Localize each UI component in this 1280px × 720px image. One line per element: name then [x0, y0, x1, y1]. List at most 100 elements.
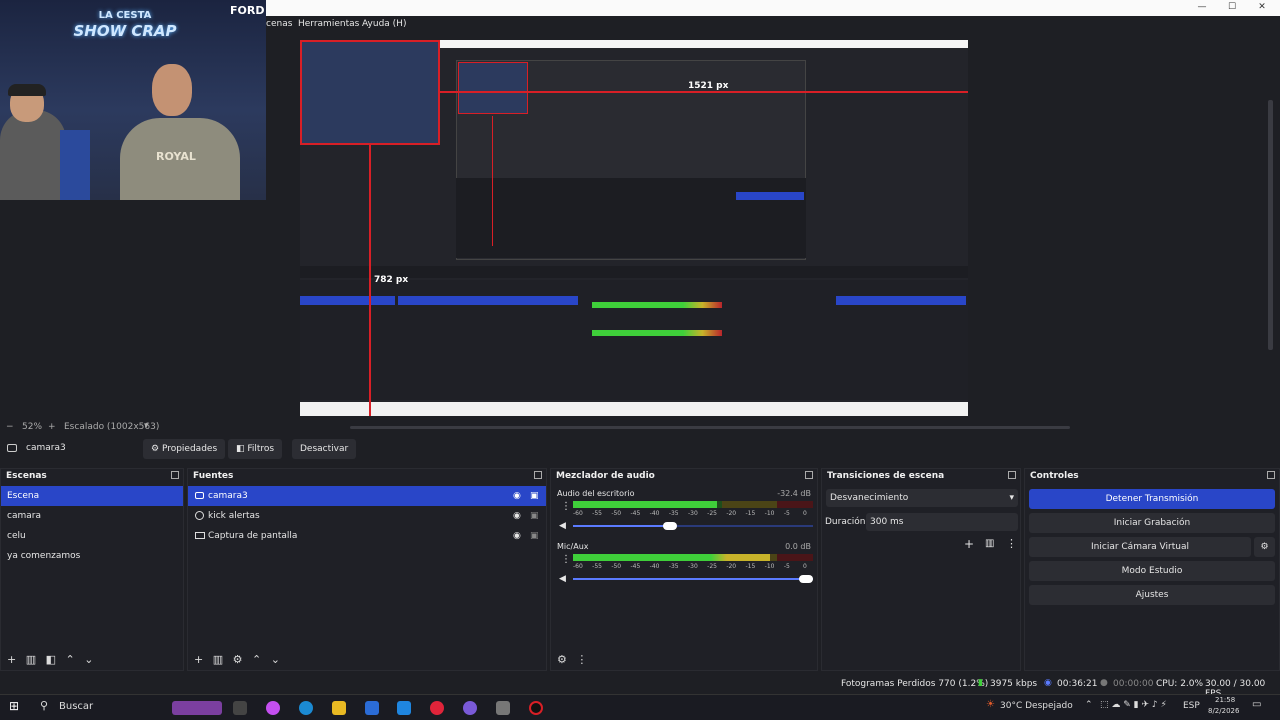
gear-icon[interactable]: ⚙: [233, 653, 243, 666]
lock-icon[interactable]: ▣: [530, 506, 539, 526]
menu-scenes[interactable]: cenas: [266, 16, 292, 32]
speaker-icon[interactable]: ◀: [559, 521, 566, 531]
file-explorer-icon[interactable]: [332, 701, 346, 715]
add-icon[interactable]: +: [964, 537, 974, 551]
notification-icon[interactable]: ▭: [1252, 699, 1261, 710]
studio-mode-button[interactable]: Modo Estudio: [1029, 561, 1275, 581]
add-icon[interactable]: +: [7, 653, 16, 666]
db-tick-label: -30: [688, 510, 698, 517]
dock-menu-icon[interactable]: [171, 471, 179, 479]
level-meter: [573, 501, 813, 508]
db-tick-label: -15: [745, 563, 756, 570]
maximize-button[interactable]: ☐: [1218, 0, 1246, 16]
settings-button[interactable]: Ajustes: [1029, 585, 1275, 605]
weather-icon: ☀: [986, 699, 995, 710]
eye-icon[interactable]: ◉: [513, 506, 521, 526]
clock-time[interactable]: 21:58: [1215, 696, 1235, 704]
dock-menu-icon[interactable]: [534, 471, 542, 479]
preview-canvas[interactable]: 1521 px 782 px: [300, 40, 968, 416]
stop-stream-button[interactable]: Detener Transmisión: [1029, 489, 1275, 509]
menu-tools[interactable]: Herramientas: [298, 16, 359, 32]
lock-icon[interactable]: ▣: [530, 526, 539, 546]
menu-bar: cenas Herramientas Ayuda (H): [266, 16, 1280, 32]
windows-start-icon[interactable]: ⊞: [9, 699, 19, 713]
controls-dock: Controles Detener Transmisión Iniciar Gr…: [1024, 468, 1280, 671]
opera-icon[interactable]: [430, 701, 444, 715]
weather-text[interactable]: 30°C Despejado: [1000, 701, 1073, 711]
browser-icon: [195, 511, 204, 520]
scene-item[interactable]: camara: [1, 506, 183, 526]
taskbar: ⊞ ⚲ Buscar ☀ 30°C Despejado ⌃ ⬚ ☁ ✎ ▮ ✈ …: [0, 694, 1280, 720]
eye-icon[interactable]: ◉: [513, 486, 521, 506]
filter-icon[interactable]: ◧: [46, 653, 56, 666]
start-recording-button[interactable]: Iniciar Grabación: [1029, 513, 1275, 533]
transitions-dock: Transiciones de escena Desvanecimiento ▾…: [821, 468, 1021, 671]
dock-menu-icon[interactable]: [805, 471, 813, 479]
move-up-icon[interactable]: ⌃: [66, 653, 75, 666]
deactivate-button[interactable]: Desactivar: [292, 439, 357, 459]
app-icon[interactable]: [496, 701, 510, 715]
zoom-in-icon[interactable]: +: [48, 422, 56, 432]
trash-icon[interactable]: ▥: [213, 653, 223, 666]
app-icon[interactable]: [397, 701, 411, 715]
taskbar-search[interactable]: Buscar: [59, 701, 93, 712]
volume-knob[interactable]: [663, 522, 678, 530]
game-widget-icon[interactable]: [172, 701, 222, 715]
move-down-icon[interactable]: ⌄: [84, 653, 93, 666]
trash-icon[interactable]: ▥: [26, 653, 36, 666]
source-item[interactable]: Captura de pantalla ◉ ▣: [188, 526, 546, 546]
scale-dropdown-icon[interactable]: ▾: [144, 421, 149, 431]
move-up-icon[interactable]: ⌃: [252, 653, 261, 666]
gear-icon[interactable]: ⚙: [1254, 537, 1275, 557]
selected-camera-source[interactable]: [300, 40, 440, 145]
db-tick-label: -20: [726, 510, 737, 517]
source-item[interactable]: kick alertas ◉ ▣: [188, 506, 546, 526]
source-item[interactable]: camara3 ◉ ▣: [188, 486, 546, 506]
edge-icon[interactable]: [299, 701, 313, 715]
volume-slider[interactable]: [573, 522, 813, 530]
kebab-icon[interactable]: ⋮: [576, 653, 587, 666]
task-view-icon[interactable]: [233, 701, 247, 715]
tray-icons[interactable]: ⬚ ☁ ✎ ▮ ✈ ♪ ⚡: [1100, 700, 1167, 710]
language-indicator[interactable]: ESP: [1183, 701, 1200, 711]
eye-icon[interactable]: ◉: [513, 526, 521, 546]
clock-date[interactable]: 8/2/2026: [1208, 707, 1239, 715]
discord-icon[interactable]: [463, 701, 477, 715]
transition-select[interactable]: Desvanecimiento ▾: [826, 489, 1018, 507]
move-down-icon[interactable]: ⌄: [271, 653, 280, 666]
db-tick-label: -10: [764, 510, 775, 517]
start-virtual-camera-button[interactable]: Iniciar Cámara Virtual: [1029, 537, 1251, 557]
status-bar: Fotogramas Perdidos 770 (1.2%) ▮ 3975 kb…: [0, 676, 1280, 699]
search-icon[interactable]: ⚲: [40, 699, 48, 712]
kebab-icon[interactable]: ⋮: [1006, 537, 1017, 550]
volume-knob[interactable]: [799, 575, 813, 583]
copilot-icon[interactable]: [266, 701, 280, 715]
obs-icon[interactable]: [529, 701, 543, 715]
settings-icon[interactable]: ⚙: [557, 653, 567, 666]
scene-item[interactable]: ya comenzamos: [1, 546, 183, 566]
volume-slider[interactable]: [573, 575, 813, 583]
lock-icon[interactable]: ▣: [530, 486, 539, 506]
speaker-icon[interactable]: ◀: [559, 574, 566, 584]
horizontal-scrollbar[interactable]: [350, 426, 1070, 429]
close-button[interactable]: ✕: [1248, 0, 1276, 16]
dock-menu-icon[interactable]: [1267, 471, 1275, 479]
trash-icon[interactable]: ▥: [985, 538, 994, 549]
kebab-icon[interactable]: ⋮: [561, 501, 571, 512]
scene-item[interactable]: celu: [1, 526, 183, 546]
vertical-scrollbar[interactable]: [1268, 100, 1273, 350]
db-tick-label: -20: [726, 563, 737, 570]
tray-chevron-icon[interactable]: ⌃: [1085, 700, 1093, 710]
filters-button[interactable]: ◧ Filtros: [228, 439, 283, 459]
store-icon[interactable]: [365, 701, 379, 715]
zoom-out-icon[interactable]: −: [6, 422, 14, 432]
minimize-button[interactable]: —: [1188, 0, 1216, 16]
height-guide-line: [369, 145, 371, 416]
duration-spinbox[interactable]: 300 ms: [866, 513, 1018, 531]
scene-item[interactable]: Escena: [1, 486, 183, 506]
add-icon[interactable]: +: [194, 653, 203, 666]
properties-button[interactable]: ⚙ Propiedades: [143, 439, 226, 459]
dock-menu-icon[interactable]: [1008, 471, 1016, 479]
kebab-icon[interactable]: ⋮: [561, 554, 571, 565]
menu-help[interactable]: Ayuda (H): [362, 16, 406, 32]
